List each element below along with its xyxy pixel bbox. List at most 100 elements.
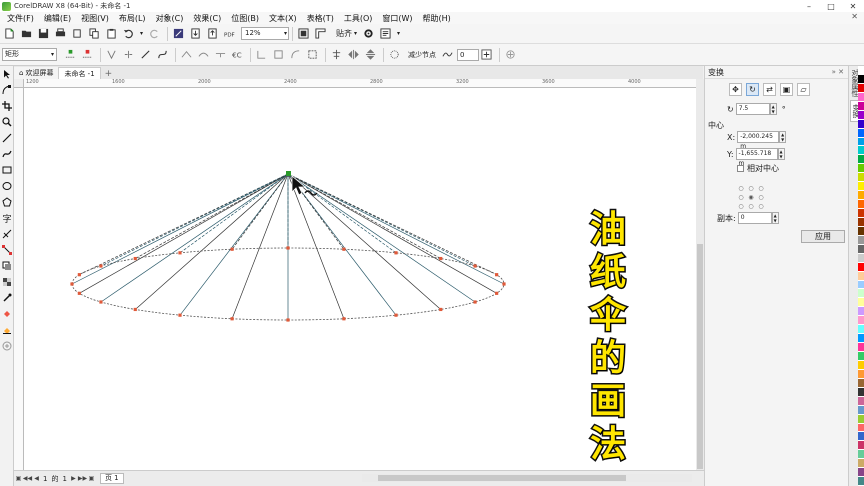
color-swatch[interactable] <box>858 235 864 245</box>
anchor-radio-icon[interactable]: ○ <box>757 184 765 192</box>
horizontal-scrollbar[interactable] <box>362 474 692 482</box>
first-page-icon[interactable]: ◀◀ <box>23 474 32 484</box>
launcher-dropdown-icon[interactable]: ▾ <box>397 30 400 37</box>
rim-node[interactable] <box>178 313 182 317</box>
elastic-mode-icon[interactable] <box>387 47 402 62</box>
angle-spinner[interactable]: ▲ ▼ <box>769 103 777 115</box>
tab-document[interactable]: 未命名 -1 <box>58 67 101 79</box>
y-spinner[interactable]: ▲ ▼ <box>777 148 785 160</box>
full-screen-preview-icon[interactable] <box>296 26 311 41</box>
rim-node[interactable] <box>394 251 398 255</box>
color-swatch[interactable] <box>858 110 864 120</box>
smooth-node-icon[interactable] <box>196 47 211 62</box>
eyedropper-tool-icon[interactable] <box>0 290 14 306</box>
menu-table[interactable]: 表格(T) <box>302 13 339 24</box>
umbrella-rib-line[interactable] <box>179 173 289 316</box>
new-tab-plus-icon[interactable]: + <box>101 69 117 79</box>
pick-tool-arrow-icon[interactable] <box>0 66 14 82</box>
color-swatch[interactable] <box>858 316 864 326</box>
rim-node[interactable] <box>77 291 81 295</box>
rim-node[interactable] <box>99 264 103 268</box>
color-swatch[interactable] <box>858 369 864 379</box>
rim-node[interactable] <box>133 307 137 312</box>
menu-help[interactable]: 帮助(H) <box>418 13 456 24</box>
anchor-radio-icon[interactable]: ○ <box>747 202 755 210</box>
close-window-button[interactable]: ✕ <box>842 0 864 12</box>
umbrella-rib-line[interactable] <box>287 173 476 267</box>
redo-icon[interactable] <box>147 26 162 41</box>
color-swatch[interactable] <box>858 378 864 388</box>
menu-view[interactable]: 视图(V) <box>76 13 114 24</box>
tab-welcome-screen[interactable]: ⌂ 欢迎屏幕 <box>14 67 59 79</box>
umbrella-rib-line[interactable] <box>100 173 289 267</box>
next-page-icon[interactable]: ▶ <box>69 474 78 484</box>
rim-node[interactable] <box>439 307 443 312</box>
smart-fill-tool-icon[interactable] <box>0 322 14 338</box>
select-all-nodes-icon[interactable] <box>503 47 518 62</box>
anchor-radio-icon[interactable]: ○ <box>757 193 765 201</box>
show-rulers-icon[interactable] <box>313 26 328 41</box>
color-swatch[interactable] <box>858 307 864 317</box>
vertical-ruler[interactable] <box>14 88 24 470</box>
rim-node[interactable] <box>394 313 398 317</box>
previous-page-icon[interactable]: ◀ <box>32 474 41 484</box>
horizontal-scroll-thumb[interactable] <box>378 475 626 481</box>
artistic-media-tool-icon[interactable] <box>0 146 14 162</box>
color-swatch[interactable] <box>858 423 864 433</box>
crop-tool-icon[interactable] <box>0 98 14 114</box>
options-gear-icon[interactable] <box>361 26 376 41</box>
color-swatch[interactable] <box>858 450 864 460</box>
umbrella-rib-line[interactable] <box>287 173 497 275</box>
open-folder-icon[interactable] <box>19 26 34 41</box>
color-swatch[interactable] <box>858 271 864 281</box>
join-nodes-icon[interactable] <box>104 47 119 62</box>
umbrella-rib-line[interactable] <box>287 173 441 310</box>
umbrella-rib-line[interactable] <box>100 173 289 303</box>
umbrella-rib-line[interactable] <box>79 173 289 275</box>
color-swatch[interactable] <box>858 343 864 352</box>
page-options-icon[interactable]: ▣ <box>14 474 23 484</box>
undo-icon[interactable] <box>121 26 136 41</box>
color-swatch[interactable] <box>858 226 864 236</box>
transparency-tool-icon[interactable] <box>0 274 14 290</box>
umbrella-rib-line[interactable] <box>287 173 397 316</box>
cusp-node-icon[interactable] <box>179 47 194 62</box>
paste-icon[interactable] <box>104 26 119 41</box>
connector-tool-icon[interactable] <box>0 242 14 258</box>
color-swatch[interactable] <box>858 298 864 308</box>
extend-curve-icon[interactable] <box>254 47 269 62</box>
anchor-radio-icon[interactable]: ○ <box>757 202 765 210</box>
copy-icon[interactable] <box>87 26 102 41</box>
color-swatch[interactable] <box>858 405 864 415</box>
color-swatch[interactable] <box>858 253 864 263</box>
copies-spinner[interactable]: ▲ ▼ <box>771 212 779 224</box>
color-swatch[interactable] <box>858 74 864 84</box>
rim-node[interactable] <box>286 318 290 322</box>
anchor-radio-icon[interactable]: ○ <box>737 193 745 201</box>
interactive-fill-tool-icon[interactable] <box>0 306 14 322</box>
x-center-input[interactable]: -2,000.245 m ▲ ▼ <box>737 131 787 150</box>
umbrella-rib-line[interactable] <box>135 173 289 259</box>
apex-node[interactable] <box>286 171 291 176</box>
color-swatch[interactable] <box>858 325 864 335</box>
add-node-icon[interactable] <box>63 47 78 62</box>
parallel-dimension-tool-icon[interactable] <box>0 226 14 242</box>
align-nodes-icon[interactable] <box>329 47 344 62</box>
anchor-radio-selected-icon[interactable]: ◉ <box>747 193 755 201</box>
ellipse-tool-icon[interactable] <box>0 178 14 194</box>
relative-center-checkbox[interactable] <box>737 165 744 172</box>
text-tool-icon[interactable]: 字 <box>0 210 14 226</box>
rim-node[interactable] <box>342 247 346 251</box>
menu-edit[interactable]: 编辑(E) <box>39 13 76 24</box>
anchor-radio-icon[interactable]: ○ <box>747 184 755 192</box>
color-swatch[interactable] <box>858 155 864 165</box>
menu-layout[interactable]: 布局(L) <box>114 13 151 24</box>
last-page-icon[interactable]: ▶▶ <box>78 474 87 484</box>
rotation-angle-input[interactable]: 7.5 ▲ ▼ <box>735 103 777 115</box>
color-swatch[interactable] <box>858 217 864 227</box>
color-swatch[interactable] <box>858 280 864 290</box>
reflect-vertical-icon[interactable] <box>363 47 378 62</box>
reflect-horizontal-icon[interactable] <box>346 47 361 62</box>
extract-subpath-icon[interactable] <box>271 47 286 62</box>
delete-node-icon[interactable] <box>80 47 95 62</box>
